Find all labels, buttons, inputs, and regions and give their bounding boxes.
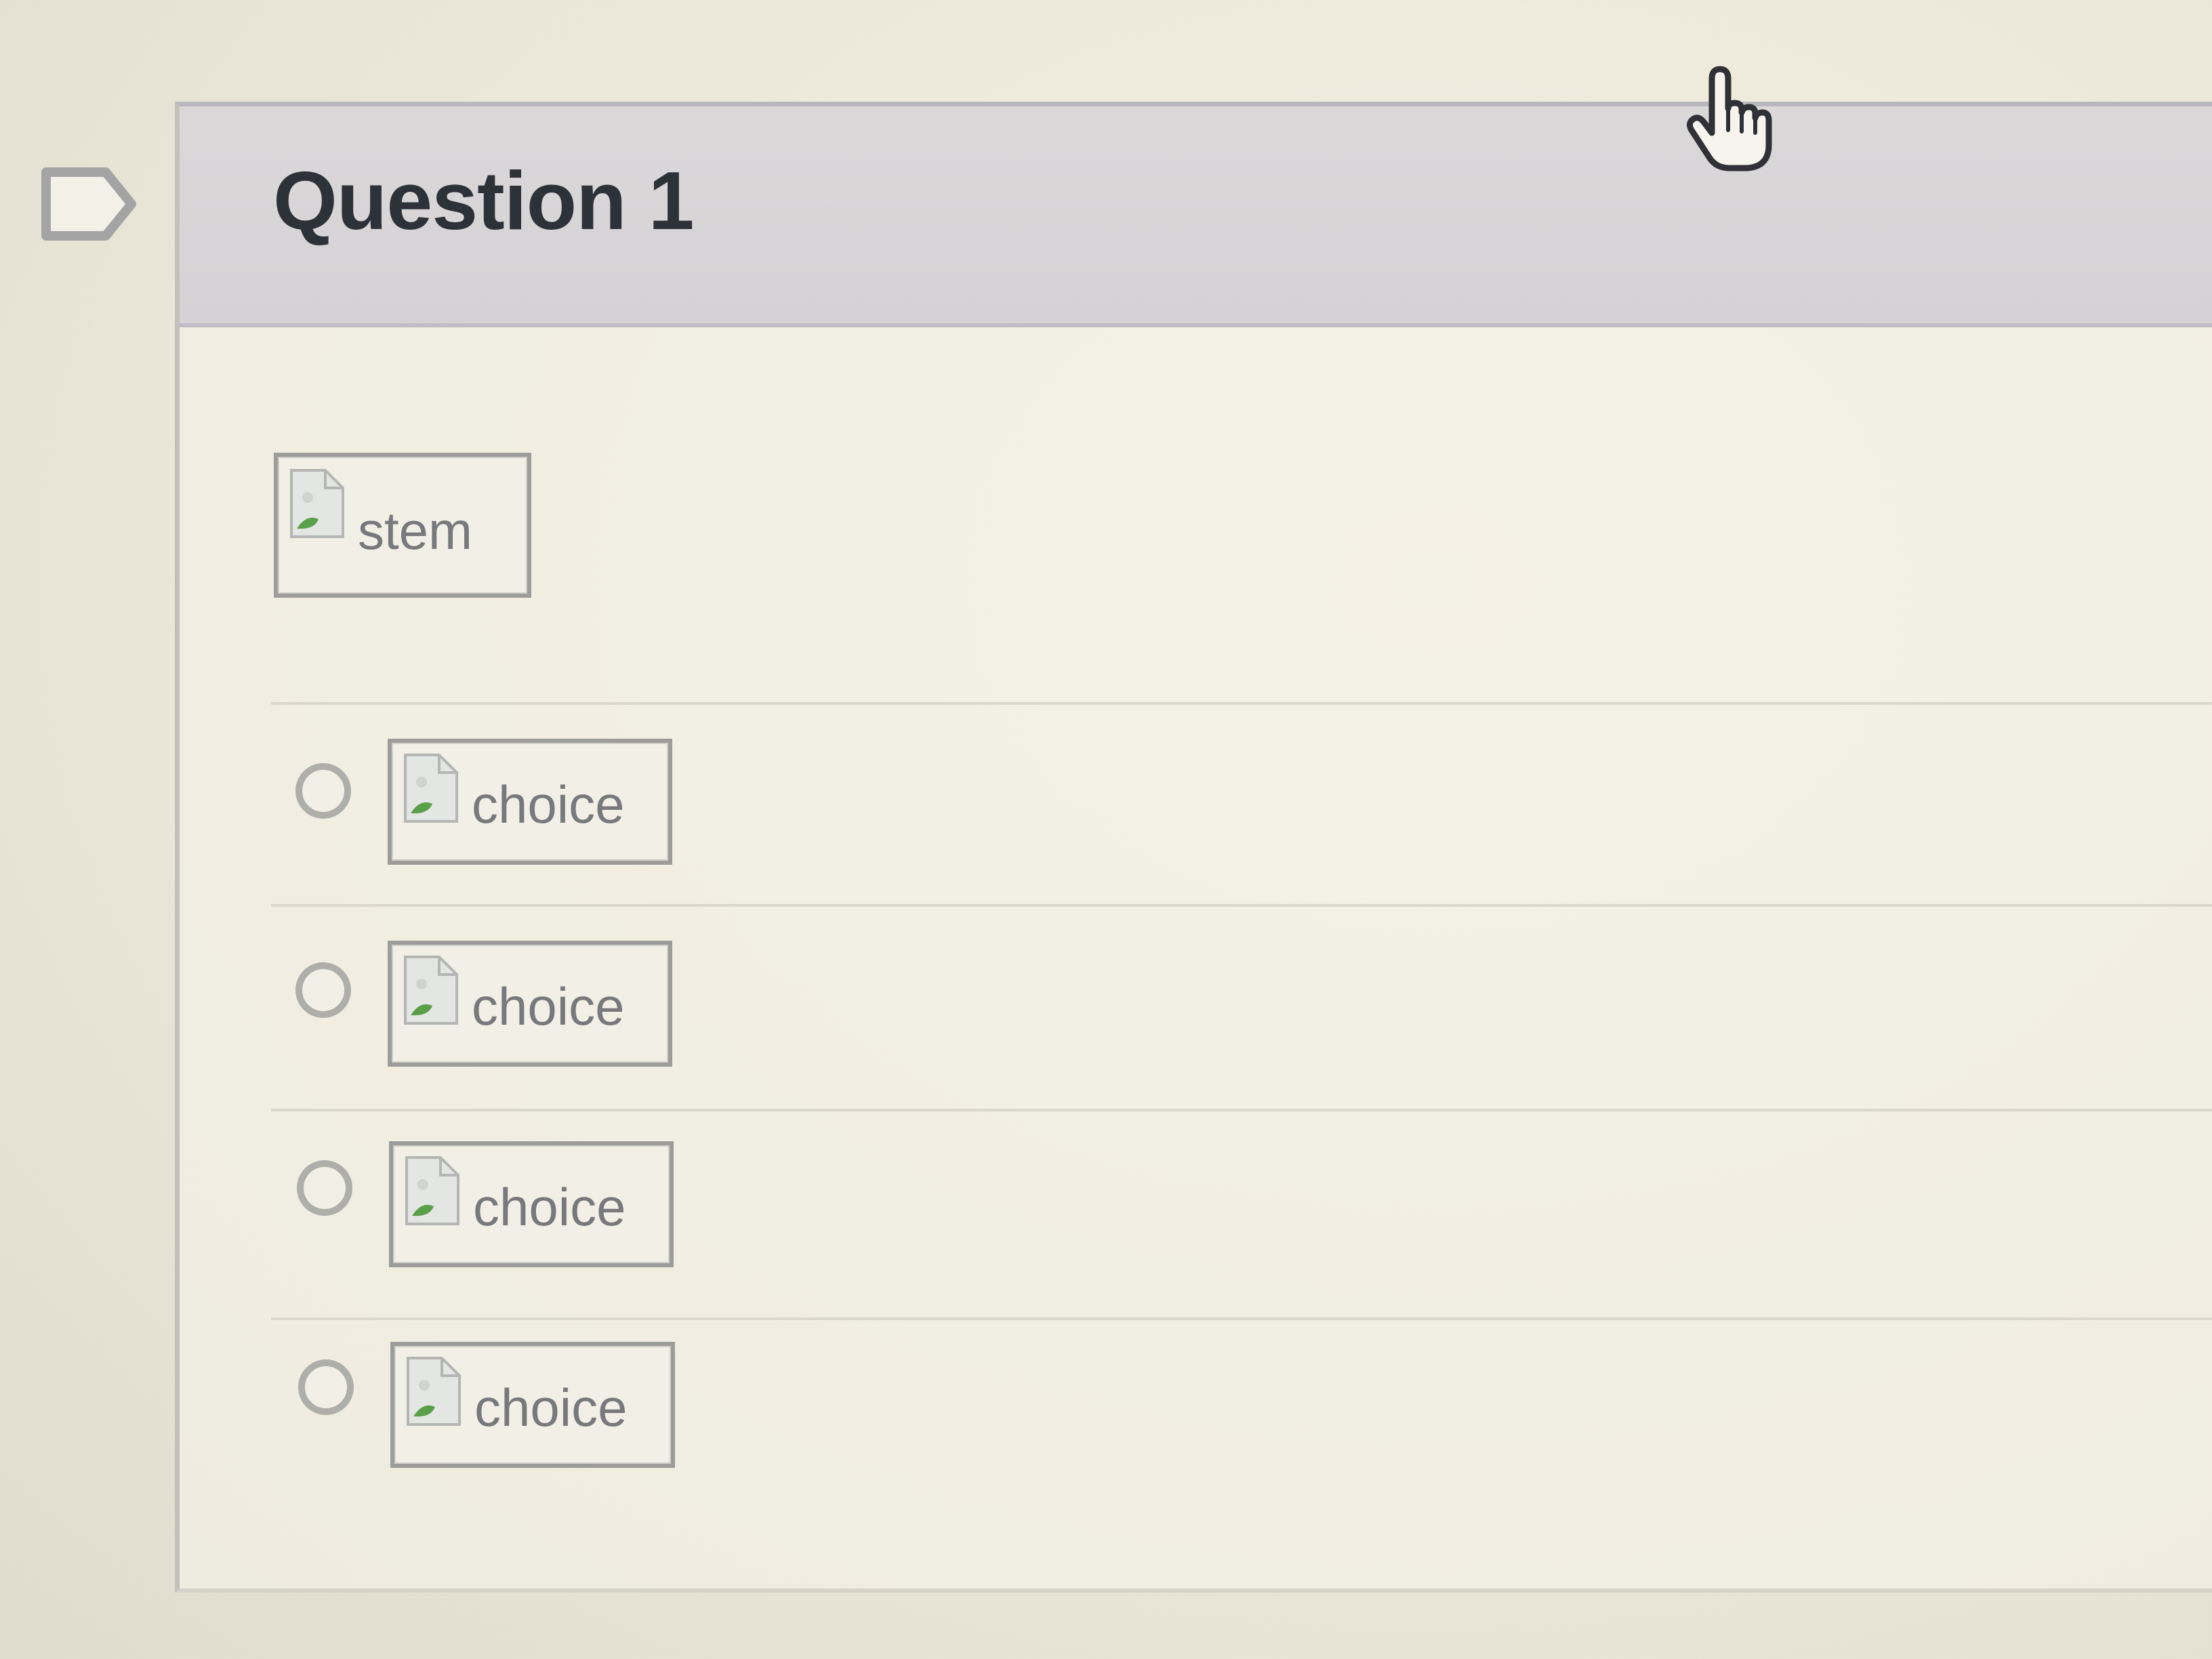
flag-icon [41, 167, 136, 241]
choice-3-alt-text: choice [473, 1177, 626, 1237]
choice-1-radio[interactable] [295, 763, 351, 819]
question-title: Question 1 [273, 155, 694, 247]
choice-2-image[interactable]: choice [388, 941, 672, 1067]
question-stem-image: stem [274, 453, 531, 598]
choice-divider [271, 1317, 2212, 1320]
stem-divider [271, 702, 2212, 705]
choice-divider [271, 904, 2212, 907]
question-header: Question 1 [180, 106, 2212, 327]
broken-image-icon [290, 469, 344, 538]
stem-image-alt-text: stem [358, 501, 473, 560]
choice-2-alt-text: choice [472, 977, 625, 1036]
flag-question-button[interactable] [38, 164, 140, 244]
choice-4-radio[interactable] [298, 1359, 354, 1415]
choice-3-radio[interactable] [297, 1160, 352, 1216]
choice-1-image[interactable]: choice [388, 739, 672, 865]
choice-1-alt-text: choice [472, 775, 625, 834]
choice-divider [271, 1109, 2212, 1111]
broken-image-icon [405, 1156, 459, 1225]
choice-4-image[interactable]: choice [390, 1342, 675, 1468]
choice-4-alt-text: choice [474, 1378, 628, 1437]
choice-2-radio[interactable] [295, 962, 351, 1018]
broken-image-icon [404, 754, 458, 823]
broken-image-icon [407, 1357, 461, 1426]
choice-3-image[interactable]: choice [389, 1141, 674, 1267]
broken-image-icon [404, 956, 458, 1025]
hand-pointer-icon [1686, 66, 1772, 171]
